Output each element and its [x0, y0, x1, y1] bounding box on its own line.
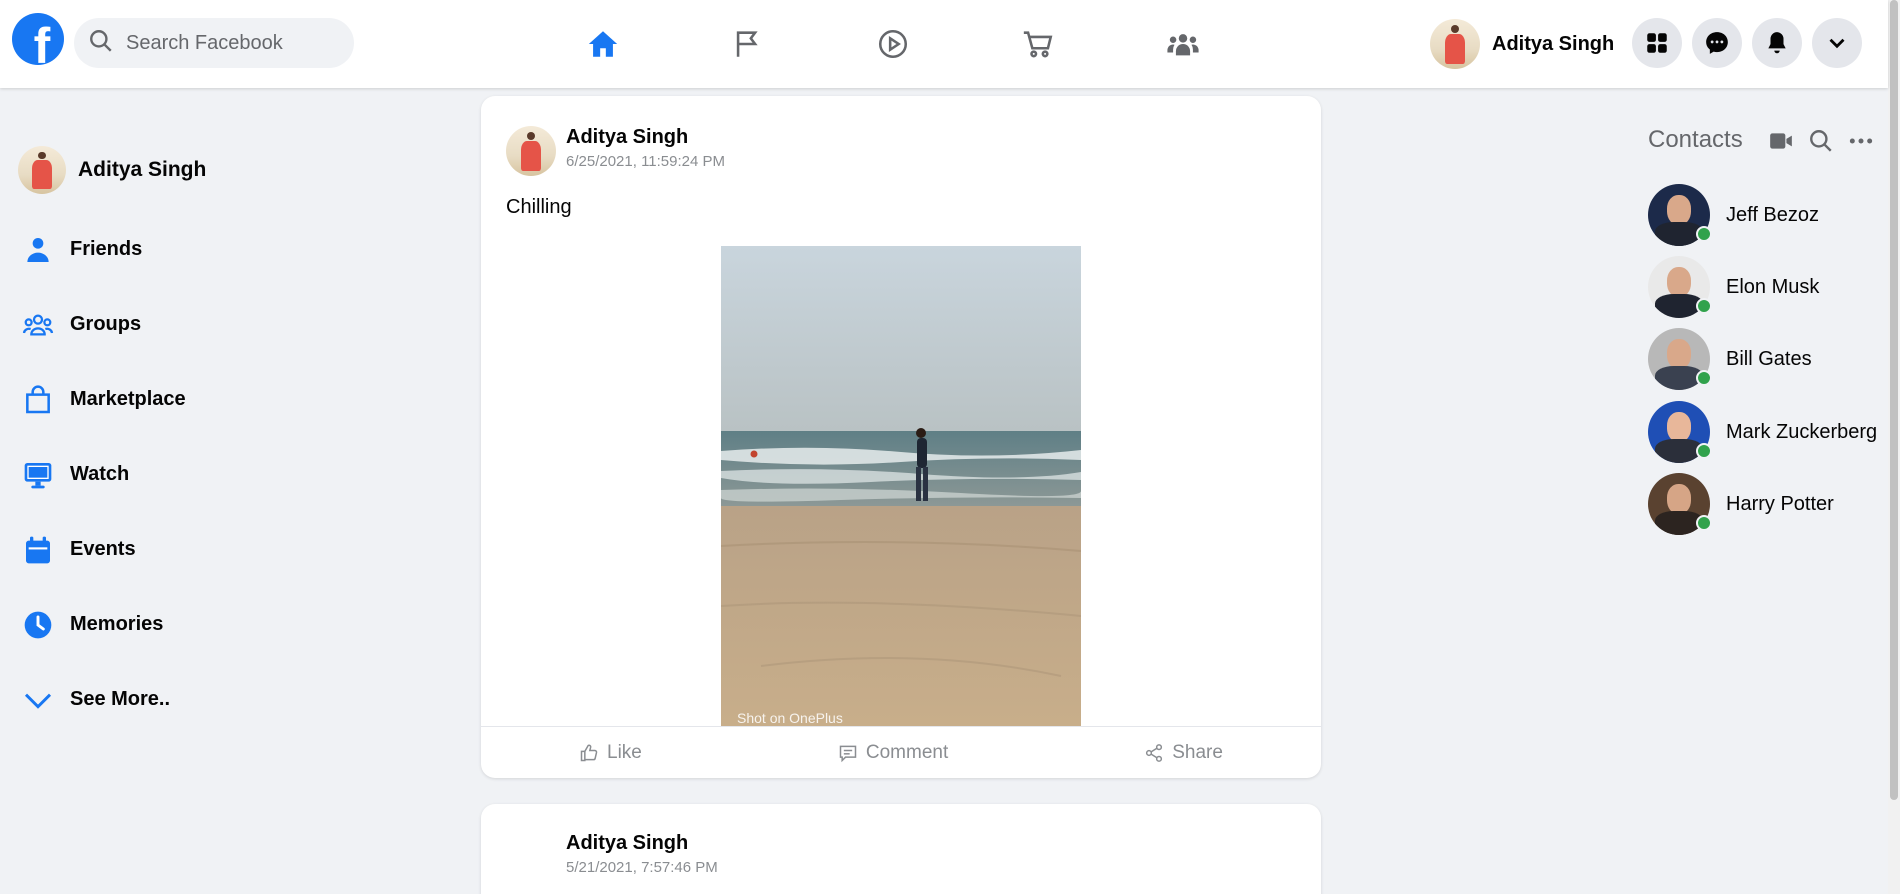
- sidebar-item-label: Friends: [70, 238, 143, 260]
- chat-icon: [1706, 32, 1728, 54]
- sidebar-item-watch[interactable]: Watch: [0, 437, 420, 512]
- contact-item[interactable]: Bill Gates: [1648, 328, 1812, 390]
- sidebar-item-events[interactable]: Events: [0, 512, 420, 587]
- contact-name: Jeff Bezoz: [1726, 203, 1820, 226]
- contact-name: Bill Gates: [1726, 347, 1812, 370]
- more-options-icon[interactable]: [1848, 128, 1874, 154]
- thumbs-up-icon: [580, 744, 598, 761]
- post-text: Chilling: [506, 196, 572, 218]
- contact-avatar: [1648, 401, 1712, 463]
- sidebar-profile[interactable]: Aditya Singh: [0, 130, 420, 210]
- post-actions: Like Comment Share: [481, 726, 1321, 778]
- friends-icon: [20, 232, 56, 268]
- home-icon[interactable]: [581, 22, 625, 66]
- contact-name: Harry Potter: [1726, 492, 1834, 515]
- contact-item[interactable]: Jeff Bezoz: [1648, 184, 1819, 246]
- online-indicator: [1696, 298, 1712, 314]
- comment-button[interactable]: Comment: [838, 742, 948, 764]
- sidebar-item-groups[interactable]: Groups: [0, 287, 420, 362]
- contact-avatar: [1648, 184, 1712, 246]
- sidebar-item-label: Groups: [70, 313, 142, 335]
- search-icon: [88, 28, 114, 59]
- post-timestamp: 6/25/2021, 11:59:24 PM: [566, 153, 726, 170]
- post-timestamp: 5/21/2021, 7:57:46 PM: [566, 859, 718, 876]
- post-author[interactable]: Aditya Singh: [566, 126, 725, 149]
- facebook-logo[interactable]: f: [12, 13, 64, 65]
- marketplace-icon[interactable]: [1016, 22, 1060, 66]
- sidebar-item-label: Watch: [70, 463, 130, 485]
- online-indicator: [1696, 370, 1712, 386]
- search-input[interactable]: [126, 31, 346, 55]
- contact-item[interactable]: Harry Potter: [1648, 473, 1834, 535]
- like-label: Like: [607, 741, 642, 763]
- photo-watermark: Shot on OnePlus: [737, 710, 843, 726]
- sidebar-item-friends[interactable]: Friends: [0, 212, 420, 287]
- marketplace-bag-icon: [20, 382, 56, 418]
- beach-photo: [721, 246, 1081, 726]
- video-call-icon[interactable]: [1768, 128, 1794, 154]
- scrollbar-thumb[interactable]: [1890, 0, 1898, 800]
- contact-name: Elon Musk: [1726, 275, 1820, 298]
- contact-avatar: [1648, 328, 1712, 390]
- avatar[interactable]: [506, 126, 556, 176]
- watch-icon[interactable]: [871, 22, 915, 66]
- comment-label: Comment: [865, 741, 949, 763]
- contact-item[interactable]: Mark Zuckerberg: [1648, 401, 1877, 463]
- like-button[interactable]: Like: [579, 742, 642, 764]
- post-card: Aditya Singh 5/21/2021, 7:57:46 PM: [481, 804, 1321, 894]
- share-label: Share: [1172, 741, 1223, 763]
- header-profile[interactable]: Aditya Singh: [1430, 19, 1614, 69]
- online-indicator: [1696, 443, 1712, 459]
- chevron-down-icon: [1829, 38, 1845, 49]
- left-sidebar: Aditya Singh Friends Groups Marketplace …: [0, 130, 420, 737]
- online-indicator: [1696, 226, 1712, 242]
- top-navbar: f Aditya Singh: [0, 0, 1888, 88]
- account-dropdown-button[interactable]: [1812, 18, 1862, 68]
- contact-name: Mark Zuckerberg: [1726, 420, 1878, 443]
- post-photo[interactable]: Shot on OnePlus: [721, 246, 1081, 726]
- flag-icon[interactable]: [726, 22, 770, 66]
- bell-icon: [1768, 32, 1786, 54]
- sidebar-item-label: Events: [70, 538, 136, 560]
- share-button[interactable]: Share: [1144, 742, 1223, 764]
- post-card: Aditya Singh 6/25/2021, 11:59:24 PM Chil…: [481, 96, 1321, 778]
- sidebar-item-marketplace[interactable]: Marketplace: [0, 362, 420, 437]
- contacts-header: Contacts: [1648, 126, 1888, 154]
- contact-avatar: [1648, 256, 1712, 318]
- groups-icon: [20, 307, 56, 343]
- notifications-button[interactable]: [1752, 18, 1802, 68]
- header-user-name: Aditya Singh: [1492, 32, 1615, 55]
- post-header: Aditya Singh 5/21/2021, 7:57:46 PM: [566, 832, 718, 876]
- sidebar-item-label: Marketplace: [70, 388, 186, 410]
- avatar: [18, 146, 66, 194]
- sidebar-item-see-more[interactable]: See More..: [0, 662, 420, 737]
- sidebar-item-label: Memories: [70, 613, 164, 635]
- contact-avatar: [1648, 473, 1712, 535]
- search-bar[interactable]: [74, 18, 354, 68]
- chevron-down-icon: [20, 682, 56, 718]
- post-author[interactable]: Aditya Singh: [566, 832, 718, 855]
- sidebar-item-memories[interactable]: Memories: [0, 587, 420, 662]
- messenger-button[interactable]: [1692, 18, 1742, 68]
- clock-icon: [20, 607, 56, 643]
- monitor-icon: [20, 457, 56, 493]
- search-contacts-icon[interactable]: [1808, 128, 1834, 154]
- groups-icon[interactable]: [1161, 22, 1205, 66]
- sidebar-item-label: See More..: [70, 688, 171, 710]
- menu-button[interactable]: [1632, 18, 1682, 68]
- online-indicator: [1696, 515, 1712, 531]
- avatar: [1430, 19, 1480, 69]
- calendar-icon: [20, 532, 56, 568]
- page-scrollbar[interactable]: [1888, 0, 1900, 894]
- grid-icon: [1647, 33, 1667, 53]
- post-header: Aditya Singh 6/25/2021, 11:59:24 PM: [506, 126, 725, 176]
- share-icon: [1146, 743, 1163, 762]
- contacts-title: Contacts: [1648, 126, 1743, 153]
- comment-icon: [839, 745, 857, 762]
- contact-item[interactable]: Elon Musk: [1648, 256, 1819, 318]
- sidebar-profile-name: Aditya Singh: [78, 158, 207, 181]
